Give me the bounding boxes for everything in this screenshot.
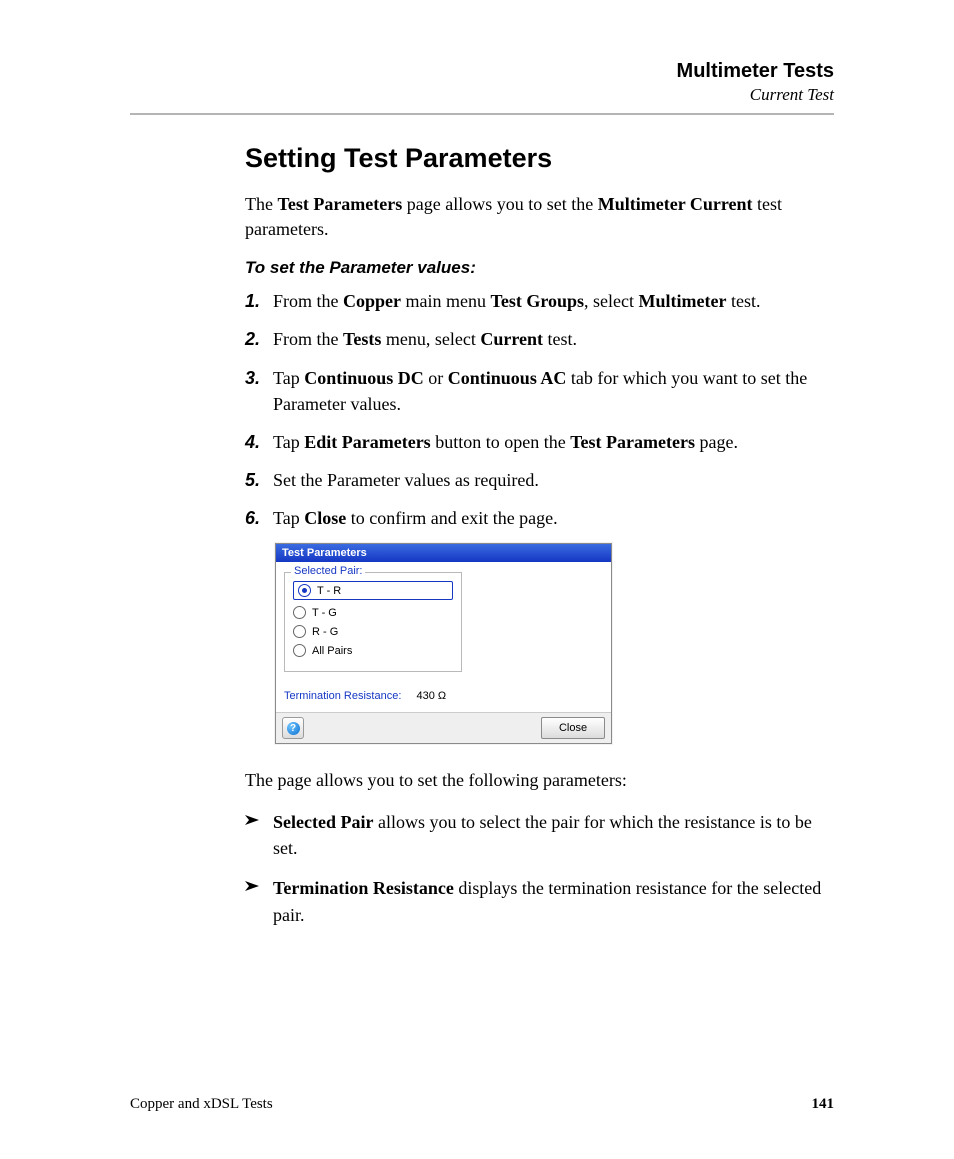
document-page: Multimeter Tests Current Test Setting Te… (0, 0, 954, 1159)
dialog-title: Test Parameters (276, 544, 611, 562)
step-text: Set the Parameter values as required. (273, 467, 834, 493)
step-number: 2. (245, 326, 273, 352)
text: page allows you to set the (402, 194, 597, 214)
list-item: 4. Tap Edit Parameters button to open th… (245, 429, 834, 455)
radio-label: T - R (317, 585, 341, 597)
list-item: 2. From the Tests menu, select Current t… (245, 326, 834, 352)
arrow-icon (245, 809, 273, 861)
steps-heading: To set the Parameter values: (245, 258, 834, 278)
header-title: Multimeter Tests (130, 60, 834, 83)
steps-list: 1. From the Copper main menu Test Groups… (245, 288, 834, 531)
text: test. (726, 291, 760, 311)
step-text: Tap Continuous DC or Continuous AC tab f… (273, 365, 834, 417)
step-number: 6. (245, 505, 273, 531)
radio-icon (293, 625, 306, 638)
page-footer: Copper and xDSL Tests 141 (130, 1096, 834, 1113)
text: or (424, 368, 448, 388)
radio-label: R - G (312, 626, 338, 638)
text-bold: Copper (343, 291, 401, 311)
list-item: 5. Set the Parameter values as required. (245, 467, 834, 493)
text-bold: Current (480, 329, 543, 349)
header-subtitle: Current Test (130, 85, 834, 105)
help-icon: ? (287, 722, 300, 735)
text: From the (273, 291, 343, 311)
text: Tap (273, 432, 304, 452)
text: The (245, 194, 277, 214)
step-text: From the Tests menu, select Current test… (273, 326, 834, 352)
arrow-icon (245, 875, 273, 927)
text: , select (584, 291, 638, 311)
step-number: 1. (245, 288, 273, 314)
text: test. (543, 329, 577, 349)
list-item: Selected Pair allows you to select the p… (245, 809, 834, 861)
text: Tap (273, 368, 304, 388)
text-bold: Tests (343, 329, 381, 349)
text-bold: Selected Pair (273, 812, 373, 832)
text-bold: Continuous AC (448, 368, 567, 388)
close-button[interactable]: Close (541, 717, 605, 739)
list-item: Termination Resistance displays the term… (245, 875, 834, 927)
dialog-body: Selected Pair: T - R T - G R - G (276, 562, 611, 712)
page-header: Multimeter Tests Current Test (130, 60, 834, 105)
radio-option-tg[interactable]: T - G (293, 606, 453, 619)
text: main menu (401, 291, 490, 311)
radio-label: T - G (312, 607, 337, 619)
text-bold: Close (304, 508, 346, 528)
term-label: Termination Resistance: (284, 690, 401, 702)
fieldset-legend: Selected Pair: (291, 565, 365, 577)
step-number: 4. (245, 429, 273, 455)
text-bold: Multimeter (639, 291, 727, 311)
bullet-text: Termination Resistance displays the term… (273, 875, 834, 927)
close-button-label: Close (559, 722, 587, 734)
list-item: 3. Tap Continuous DC or Continuous AC ta… (245, 365, 834, 417)
page-number: 141 (812, 1096, 835, 1113)
intro-paragraph: The Test Parameters page allows you to s… (245, 192, 834, 242)
step-text: Tap Edit Parameters button to open the T… (273, 429, 834, 455)
list-item: 6. Tap Close to confirm and exit the pag… (245, 505, 834, 531)
radio-icon (293, 644, 306, 657)
step-number: 3. (245, 365, 273, 417)
list-item: 1. From the Copper main menu Test Groups… (245, 288, 834, 314)
text-bold: Edit Parameters (304, 432, 430, 452)
content-area: Setting Test Parameters The Test Paramet… (245, 143, 834, 928)
text: From the (273, 329, 343, 349)
radio-option-tr[interactable]: T - R (293, 581, 453, 600)
footer-left: Copper and xDSL Tests (130, 1096, 273, 1113)
text: menu, select (381, 329, 480, 349)
radio-label: All Pairs (312, 645, 352, 657)
after-dialog-paragraph: The page allows you to set the following… (245, 768, 834, 793)
help-button[interactable]: ? (282, 717, 304, 739)
text-bold: Test Groups (490, 291, 584, 311)
radio-option-allpairs[interactable]: All Pairs (293, 644, 453, 657)
radio-option-rg[interactable]: R - G (293, 625, 453, 638)
text: button to open the (431, 432, 570, 452)
bullet-list: Selected Pair allows you to select the p… (245, 809, 834, 927)
text: to confirm and exit the page. (346, 508, 557, 528)
bullet-text: Selected Pair allows you to select the p… (273, 809, 834, 861)
test-parameters-dialog: Test Parameters Selected Pair: T - R T -… (275, 543, 612, 744)
dialog-footer: ? Close (276, 712, 611, 743)
step-number: 5. (245, 467, 273, 493)
radio-icon (298, 584, 311, 597)
selected-pair-fieldset: Selected Pair: T - R T - G R - G (284, 572, 462, 672)
section-title: Setting Test Parameters (245, 143, 834, 174)
header-rule (130, 113, 834, 115)
text-bold: Multimeter Current (598, 194, 753, 214)
term-value: 430 Ω (416, 690, 446, 702)
text-bold: Test Parameters (570, 432, 695, 452)
text-bold: Continuous DC (304, 368, 424, 388)
step-text: From the Copper main menu Test Groups, s… (273, 288, 834, 314)
step-text: Tap Close to confirm and exit the page. (273, 505, 834, 531)
radio-icon (293, 606, 306, 619)
text-bold: Test Parameters (277, 194, 402, 214)
termination-resistance-row: Termination Resistance: 430 Ω (284, 690, 603, 702)
text-bold: Termination Resistance (273, 878, 454, 898)
text: Tap (273, 508, 304, 528)
text: page. (695, 432, 738, 452)
